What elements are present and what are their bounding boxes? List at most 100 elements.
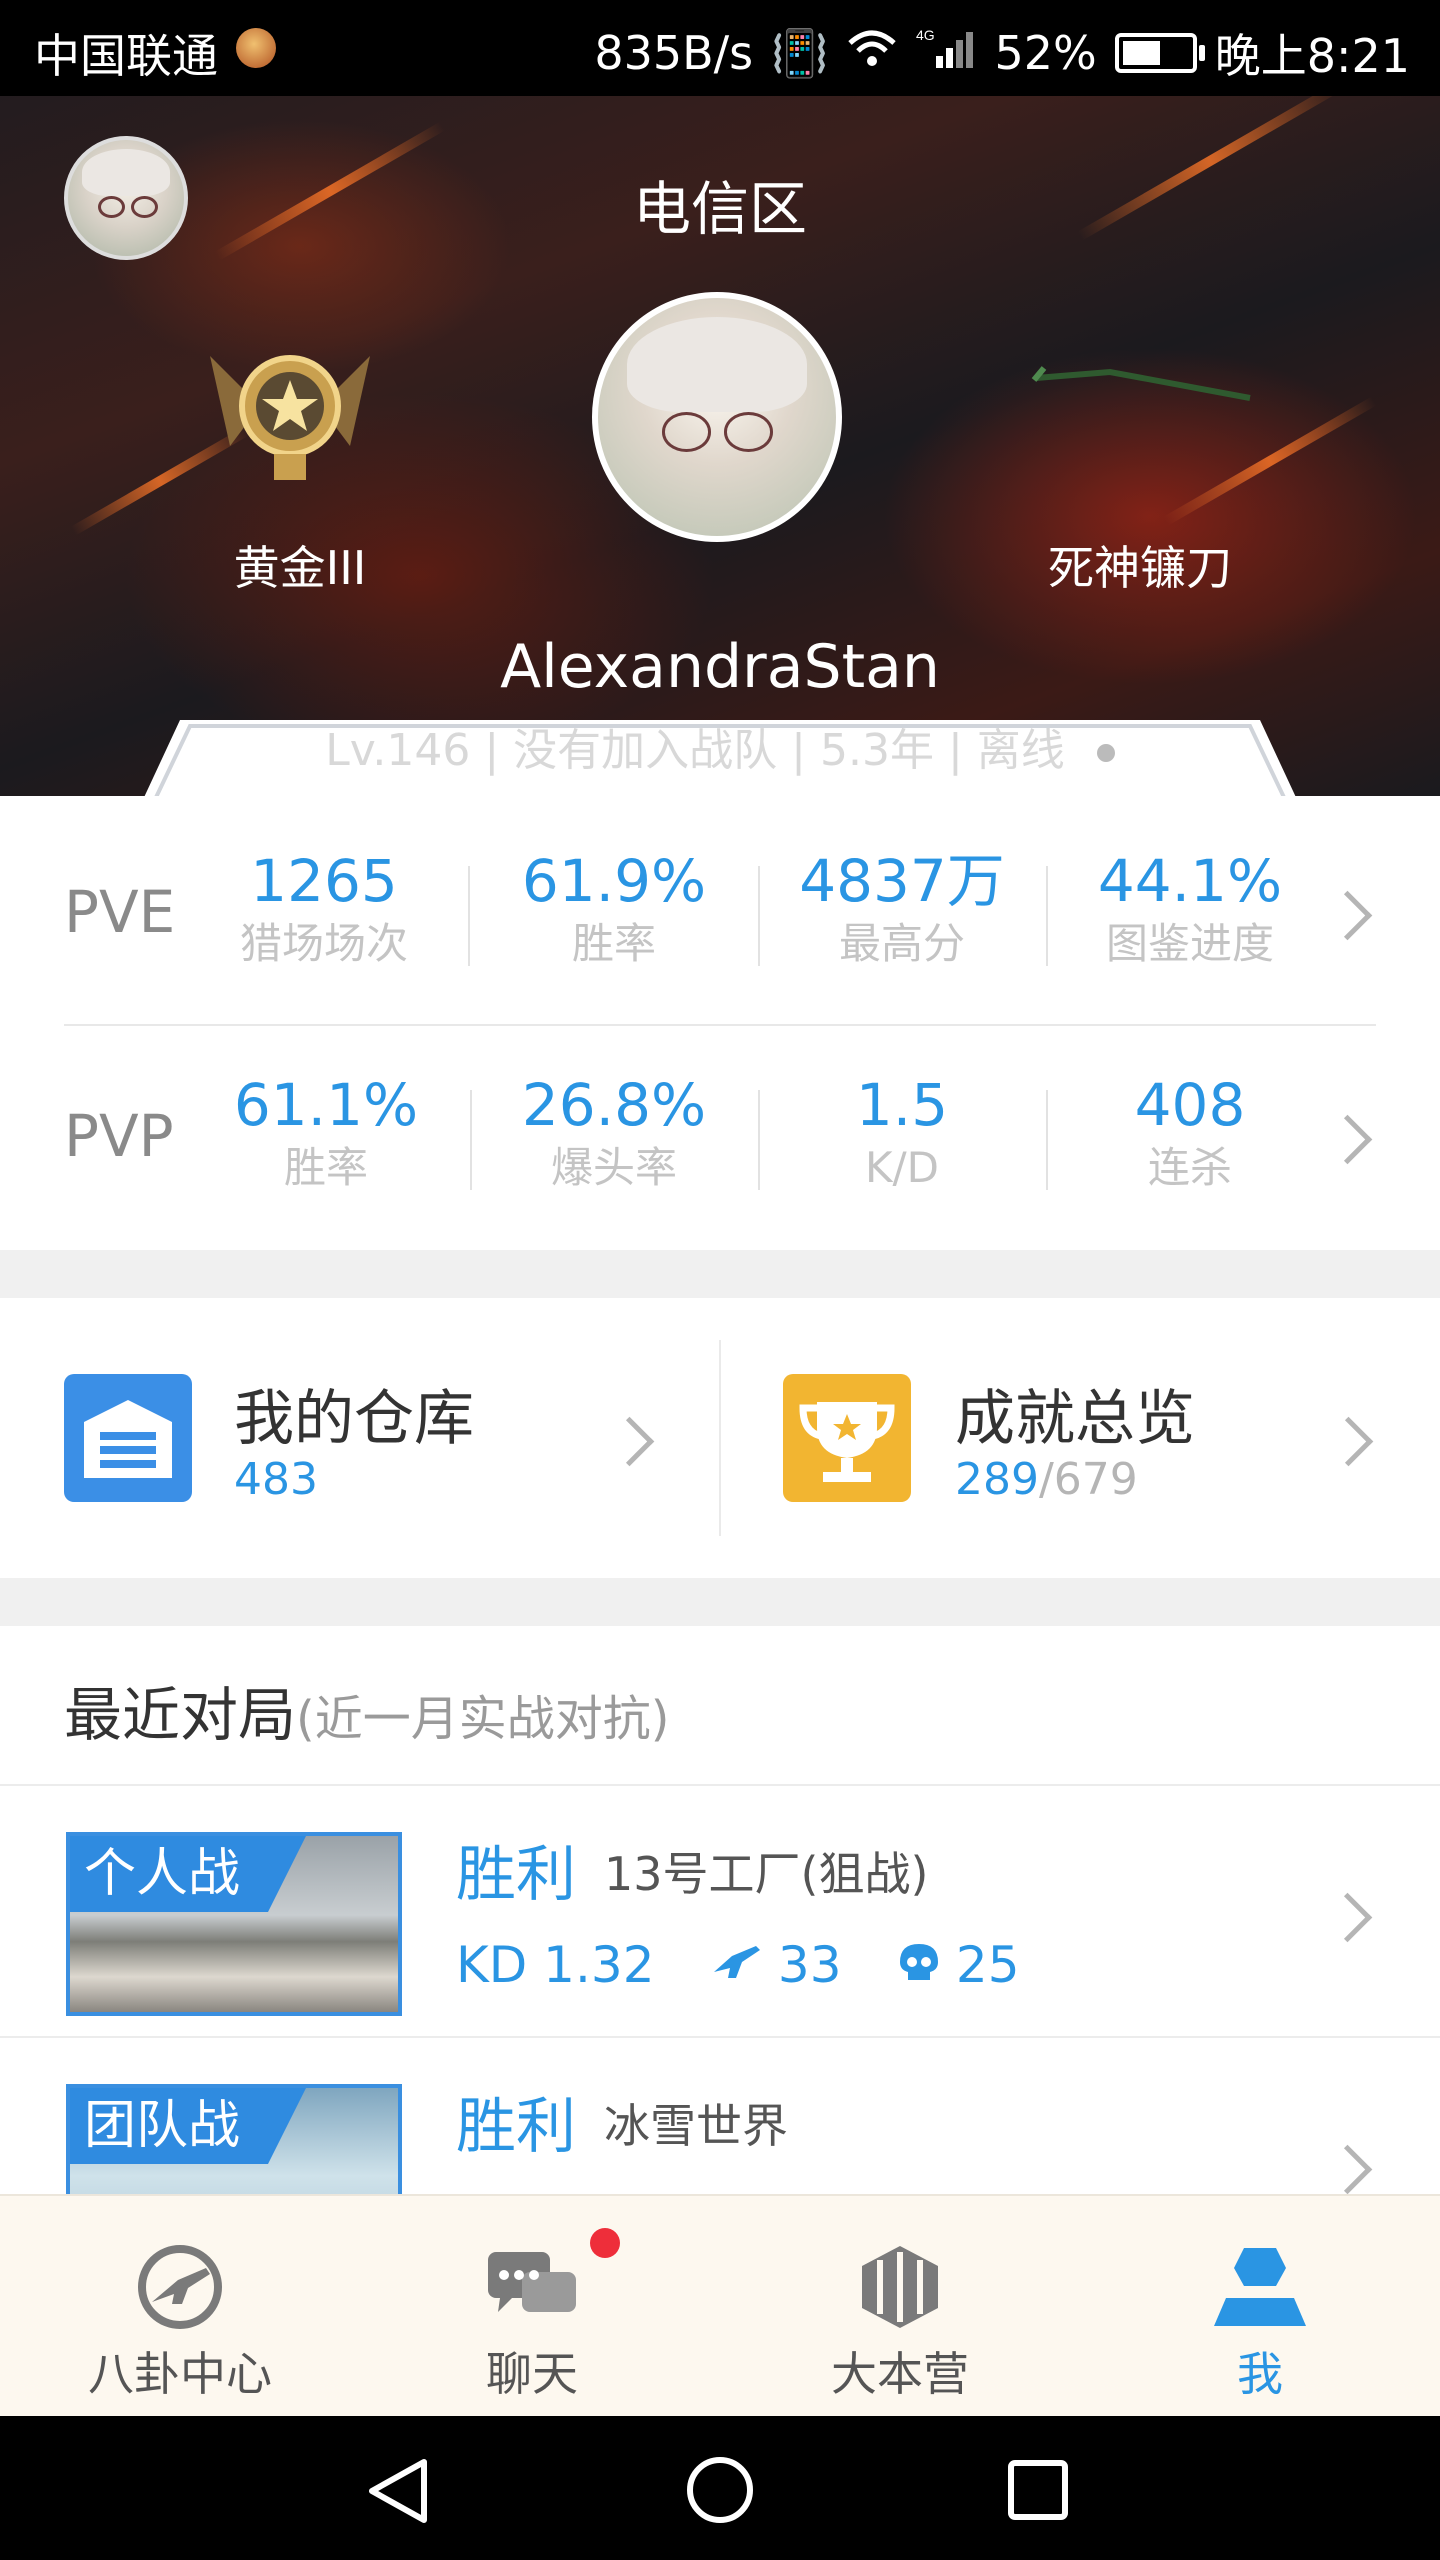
match-kills: 33 [712, 1936, 842, 1994]
rifle-icon [714, 1946, 760, 1978]
status-right-cluster: 835B/s 📳 4G 52% 晚上8:21 [594, 20, 1410, 86]
match-mode-badge: 个人战 [70, 1836, 307, 1912]
server-name[interactable]: 电信区 [0, 162, 1440, 246]
match-deaths: 25 [898, 1936, 1020, 1994]
signal-icon: 4G [916, 26, 976, 81]
me-person-icon [1214, 2248, 1306, 2326]
stat-value: 26.8% [521, 1071, 707, 1139]
section-gap [0, 1578, 1440, 1626]
achievements-progress: 289/679 [955, 1454, 1138, 1505]
nav-label: 聊天 [486, 2347, 578, 2401]
stat-label: 胜率 [571, 919, 656, 968]
stat-label: 猎场场次 [239, 919, 408, 968]
chat-bubbles-icon [488, 2252, 576, 2312]
network-speed: 835B/s [594, 26, 754, 80]
user-level: Lv.146 [325, 725, 471, 776]
profile-avatar[interactable] [592, 292, 842, 542]
rank-label: 黄金III [233, 541, 367, 595]
chevron-right-icon [1323, 1416, 1374, 1467]
recent-subtitle: (近一月实战对抗) [296, 1691, 670, 1747]
profile-header: 电信区 黄金III 死神镰刀 AlexandraStan Lv.146 | 没有… [0, 96, 1440, 796]
stat-label: 胜率 [283, 1143, 368, 1192]
warehouse-card[interactable]: 我的仓库 483 [0, 1298, 719, 1578]
match-thumbnail: 个人战 [66, 1832, 402, 2016]
unread-badge [590, 2228, 620, 2258]
nav-label: 八卦中心 [88, 2347, 272, 2401]
recent-title: 最近对局 [64, 1681, 297, 1749]
nav-gossip-center[interactable]: 八卦中心 [0, 2196, 360, 2418]
clock: 晚上8:21 [1214, 29, 1410, 83]
stat-label: 连杀 [1147, 1143, 1232, 1192]
match-kd: KD 1.32 [456, 1936, 655, 1994]
pve-label: PVE [64, 878, 176, 946]
warehouse-count: 483 [234, 1454, 318, 1505]
user-years: 5.3年 [819, 725, 934, 776]
achievements-total: /679 [1038, 1454, 1138, 1505]
match-map: 冰雪世界 [604, 2099, 788, 2153]
scythe-weapon-icon[interactable] [1030, 358, 1260, 418]
wifi-icon [846, 26, 898, 80]
svg-text:4G: 4G [916, 27, 935, 43]
warehouse-title: 我的仓库 [234, 1384, 474, 1454]
match-thumbnail: 团队战 [66, 2084, 402, 2194]
stat-value: 61.9% [521, 847, 707, 915]
stat-value: 1.5 [855, 1071, 949, 1139]
base-hexagon-icon [862, 2246, 938, 2328]
stat-label: 图鉴进度 [1105, 919, 1274, 968]
section-gap [0, 1250, 1440, 1298]
carrier-badge-icon [236, 28, 276, 68]
username: AlexandraStan [500, 632, 940, 702]
nav-label: 大本营 [831, 2347, 969, 2401]
nav-me[interactable]: 我 [1080, 2196, 1440, 2418]
battery-icon [1114, 33, 1205, 73]
battery-percent: 52% [994, 26, 1097, 80]
match-mode-badge: 团队战 [70, 2088, 307, 2164]
weapon-label: 死神镰刀 [1048, 541, 1232, 595]
back-icon[interactable] [364, 2456, 434, 2526]
trophy-icon [783, 1374, 911, 1502]
stat-value: 4837万 [799, 847, 1005, 915]
gun-circle-icon [138, 2245, 222, 2329]
home-icon[interactable] [684, 2454, 756, 2526]
match-row[interactable]: 团队战 胜利 冰雪世界 [0, 2038, 1440, 2194]
pve-stat: 61.9% 胜率 [470, 846, 758, 972]
nav-base-camp[interactable]: 大本营 [720, 2196, 1080, 2418]
stat-value: 408 [1134, 1071, 1246, 1139]
match-row[interactable]: 个人战 胜利 13号工厂(狙战) KD 1.32 33 25 [0, 1786, 1440, 2038]
nav-label: 我 [1237, 2347, 1283, 2401]
match-map: 13号工厂(狙战) [604, 1847, 929, 1901]
achievements-card[interactable]: 成就总览 289/679 [721, 1298, 1440, 1578]
pvp-stat: 1.5 K/D [758, 1070, 1046, 1196]
recent-matches-heading: 最近对局(近一月实战对抗) [64, 1668, 669, 1752]
achievements-count: 289 [955, 1454, 1039, 1505]
pvp-label: PVP [64, 1102, 174, 1170]
bottom-nav: 八卦中心 聊天 大本营 我 [0, 2194, 1440, 2418]
status-dot-icon [1096, 744, 1115, 762]
match-result: 胜利 [456, 1840, 576, 1910]
stat-value: 1265 [250, 847, 398, 915]
pvp-stat: 61.1% 胜率 [182, 1070, 470, 1196]
chevron-right-icon [1322, 2144, 1373, 2194]
online-status: 离线 [976, 725, 1065, 776]
stat-value: 61.1% [233, 1071, 419, 1139]
pvp-stat: 408 连杀 [1046, 1070, 1334, 1196]
chevron-right-icon [1322, 1892, 1373, 1943]
warehouse-icon [64, 1374, 192, 1502]
status-bar: 中国联通 835B/s 📳 4G 52% 晚上8:21 [0, 0, 1440, 96]
pvp-stats-row[interactable]: PVP 61.1% 胜率 26.8% 爆头率 1.5 K/D 408 连杀 [0, 1024, 1440, 1248]
recents-icon[interactable] [1006, 2458, 1070, 2522]
achievements-title: 成就总览 [955, 1384, 1195, 1454]
vibrate-icon: 📳 [771, 25, 829, 80]
rank-emblem-icon[interactable] [200, 336, 380, 486]
stat-label: K/D [864, 1143, 940, 1192]
user-meta: Lv.146 | 没有加入战队 | 5.3年 | 离线 [0, 714, 1440, 778]
pve-stat: 44.1% 图鉴进度 [1046, 846, 1334, 972]
stat-label: 爆头率 [550, 1143, 677, 1192]
kills-value: 33 [777, 1936, 842, 1994]
stat-label: 最高分 [838, 919, 965, 968]
system-nav-bar [0, 2416, 1440, 2560]
stat-value: 44.1% [1097, 847, 1283, 915]
match-result: 胜利 [456, 2092, 576, 2162]
nav-chat[interactable]: 聊天 [352, 2196, 712, 2418]
pve-stats-row[interactable]: PVE 1265 猎场场次 61.9% 胜率 4837万 最高分 44.1% 图… [0, 800, 1440, 1024]
